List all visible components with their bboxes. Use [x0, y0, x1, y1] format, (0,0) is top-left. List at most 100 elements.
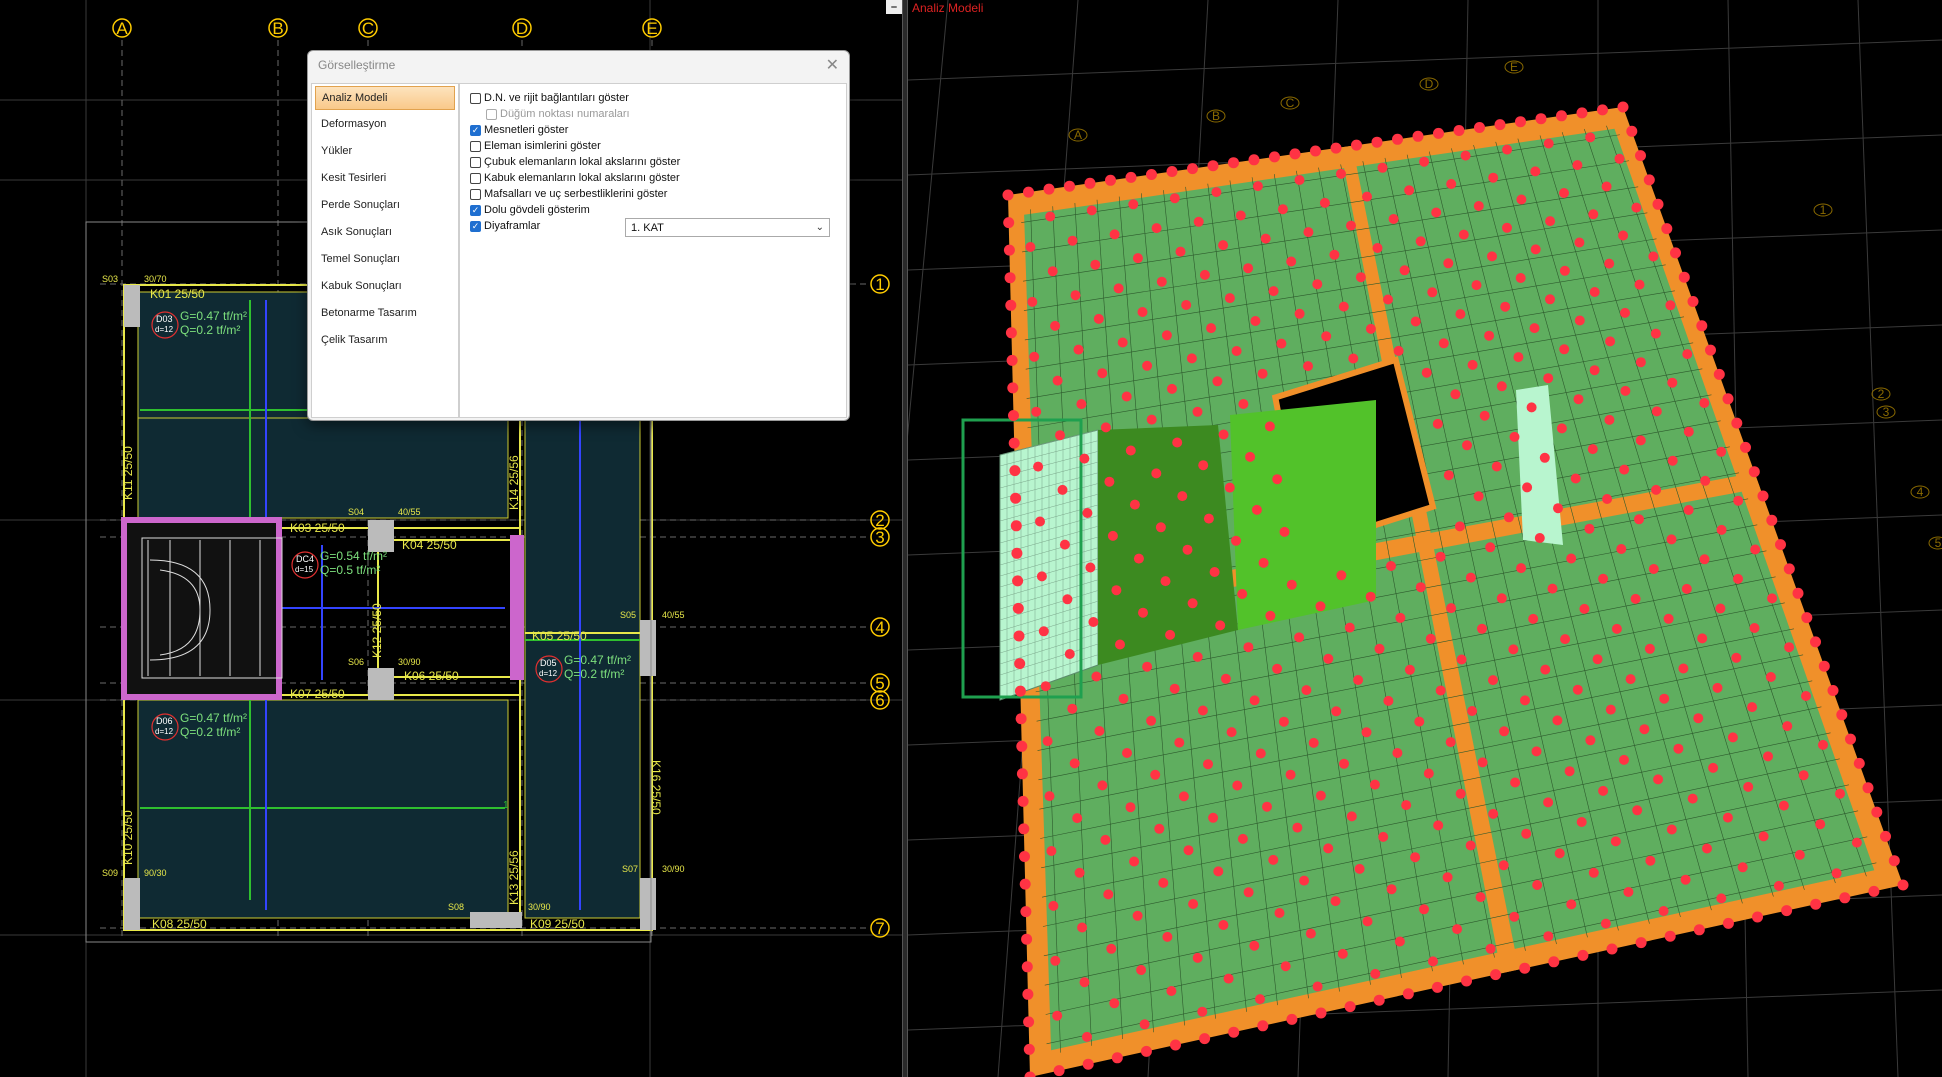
option-row-8[interactable]: ✓ Dolu gövdeli gösterim	[470, 204, 590, 216]
nav-item-4[interactable]: Kesit Tesirleri	[312, 166, 458, 193]
close-icon[interactable]: ✕	[826, 55, 839, 75]
option-checkbox[interactable]	[470, 92, 481, 104]
column-size-label: 30/90	[398, 657, 421, 667]
axis-label: 1	[875, 275, 884, 294]
column-size-label: 30/90	[528, 902, 551, 912]
option-label: Düğüm noktası numaraları	[500, 108, 630, 120]
slab-id: D05	[540, 658, 557, 668]
nav-item-6[interactable]: Asık Sonuçları	[312, 220, 458, 247]
diaphragm-select-value: 1. KAT	[631, 222, 664, 234]
axes-right: 1234567	[870, 274, 890, 938]
restore-icon[interactable]: ⎯	[886, 0, 902, 14]
column-label: S06	[348, 657, 364, 667]
option-checkbox[interactable]: ✓	[470, 220, 481, 232]
column-size-label: 40/55	[662, 610, 685, 620]
slab-live-load: Q=0.2 tf/m²	[564, 667, 624, 681]
option-checkbox[interactable]	[470, 172, 481, 184]
nav-item-8[interactable]: Kabuk Sonuçları	[312, 274, 458, 301]
axis-label-3d: 4	[1917, 485, 1924, 499]
option-row-7[interactable]: Mafsalları ve uç serbestliklerini göster	[470, 188, 667, 200]
option-label: Kabuk elemanların lokal akslarını göster	[484, 172, 680, 184]
slab-id: D03	[156, 314, 173, 324]
option-row-2[interactable]: Düğüm noktası numaraları	[486, 108, 630, 120]
nav-item-9[interactable]: Betonarme Tasarım	[312, 301, 458, 328]
axis-label: 4	[875, 618, 884, 637]
column-label: S04	[348, 507, 364, 517]
axes-top: A B C D E	[112, 18, 662, 38]
slab-id: D06	[156, 716, 173, 726]
axis-label: D	[516, 19, 528, 38]
axis-label: B	[272, 19, 283, 38]
slab-thickness: d=12	[155, 325, 174, 334]
axis-label-3d: C	[1286, 96, 1295, 110]
nav-item-3[interactable]: Yükler	[312, 139, 458, 166]
axis-label-3d: 2	[1878, 387, 1885, 401]
axis-label-3d: B	[1212, 109, 1220, 123]
chevron-down-icon: ⌄	[815, 222, 824, 233]
nav-item-10[interactable]: Çelik Tasarım	[312, 328, 458, 355]
option-checkbox[interactable]	[470, 156, 481, 168]
option-label: Dolu gövdeli gösterim	[484, 204, 590, 216]
slab-live-load: Q=0.2 tf/m²	[180, 725, 240, 739]
axis-label-3d: 3	[1883, 405, 1890, 419]
option-row-5[interactable]: Çubuk elemanların lokal akslarını göster	[470, 156, 680, 168]
slab-dead-load: G=0.47 tf/m²	[180, 309, 247, 323]
nav-item-2[interactable]: Deformasyon	[312, 112, 458, 139]
slab-dead-load: G=0.47 tf/m²	[564, 653, 631, 667]
slab-id: DC4	[296, 554, 314, 564]
slab-thickness: d=12	[539, 669, 558, 678]
option-row-6[interactable]: Kabuk elemanların lokal akslarını göster	[470, 172, 680, 184]
option-row-3[interactable]: ✓ Mesnetleri göster	[470, 124, 568, 136]
beam-label: K07 25/50	[290, 687, 345, 701]
axis-label-3d: D	[1425, 77, 1434, 91]
slab-dead-load: G=0.54 tf/m²	[320, 549, 387, 563]
beam-label: K04 25/50	[402, 538, 457, 552]
analysis-model-canvas: Analiz Modeli A B C D E 1 2 3 4 5	[908, 0, 1942, 1077]
option-checkbox[interactable]	[470, 140, 481, 152]
option-label: Mafsalları ve uç serbestliklerini göster	[484, 188, 668, 200]
beam-label: K06 25/50	[404, 669, 459, 683]
stair-landing	[1230, 400, 1376, 630]
analysis-3d-view[interactable]: Analiz Modeli A B C D E 1 2 3 4 5	[908, 0, 1942, 1077]
stair-core	[121, 517, 282, 700]
option-row-4[interactable]: Eleman isimlerini göster	[470, 140, 601, 152]
axis-label-3d: A	[1074, 128, 1082, 142]
slab-thickness: d=12	[155, 727, 174, 736]
column-label: S05	[620, 610, 636, 620]
axis-label: 6	[875, 691, 884, 710]
axis-label-3d: E	[1510, 60, 1518, 74]
option-label: Eleman isimlerini göster	[484, 140, 601, 152]
column-label: S03	[102, 274, 118, 284]
column-label: S08	[448, 902, 464, 912]
column-size-label: 40/55	[398, 507, 421, 517]
column-label: S09	[102, 868, 118, 878]
slab-dead-load: G=0.47 tf/m²	[180, 711, 247, 725]
beam-label: K16 25/50	[649, 760, 663, 815]
option-row-9[interactable]: ✓ Diyaframlar	[470, 220, 540, 232]
option-checkbox[interactable]	[470, 188, 481, 200]
column-size-label: 90/30	[144, 868, 167, 878]
option-checkbox[interactable]: ✓	[470, 204, 481, 216]
option-label: Mesnetleri göster	[484, 124, 569, 136]
plan-small-label: 1	[503, 800, 509, 811]
beam-label: K01 25/50	[150, 287, 205, 301]
option-checkbox[interactable]: ✓	[470, 124, 481, 136]
dialog-title: Görselleştirme	[318, 58, 396, 72]
nav-item-1[interactable]: Analiz Modeli	[315, 86, 455, 110]
dialog-nav: Analiz Modeli Deformasyon Yükler Kesit Tesi…	[311, 83, 459, 418]
diaphragm-select[interactable]: 1. KAT ⌄	[625, 218, 830, 237]
column-size-label: 30/90	[662, 864, 685, 874]
beam-label: K08 25/50	[152, 917, 207, 931]
axis-label: E	[646, 19, 657, 38]
nav-item-5[interactable]: Perde Sonuçları	[312, 193, 458, 220]
option-row-1[interactable]: D.N. ve rijit bağlantıları göster	[470, 92, 629, 104]
axis-label: A	[116, 19, 128, 38]
axis-label: 3	[875, 528, 884, 547]
option-checkbox[interactable]	[486, 108, 497, 120]
beam-label: K13 25/56	[507, 850, 521, 905]
slab-thickness: d=15	[295, 565, 314, 574]
option-label: Diyaframlar	[484, 220, 541, 232]
beam-label: K11 25/50	[121, 446, 135, 500]
visualization-dialog: Görselleştirme ✕ Analiz Modeli Deformasyo…	[307, 50, 850, 421]
nav-item-7[interactable]: Temel Sonuçları	[312, 247, 458, 274]
